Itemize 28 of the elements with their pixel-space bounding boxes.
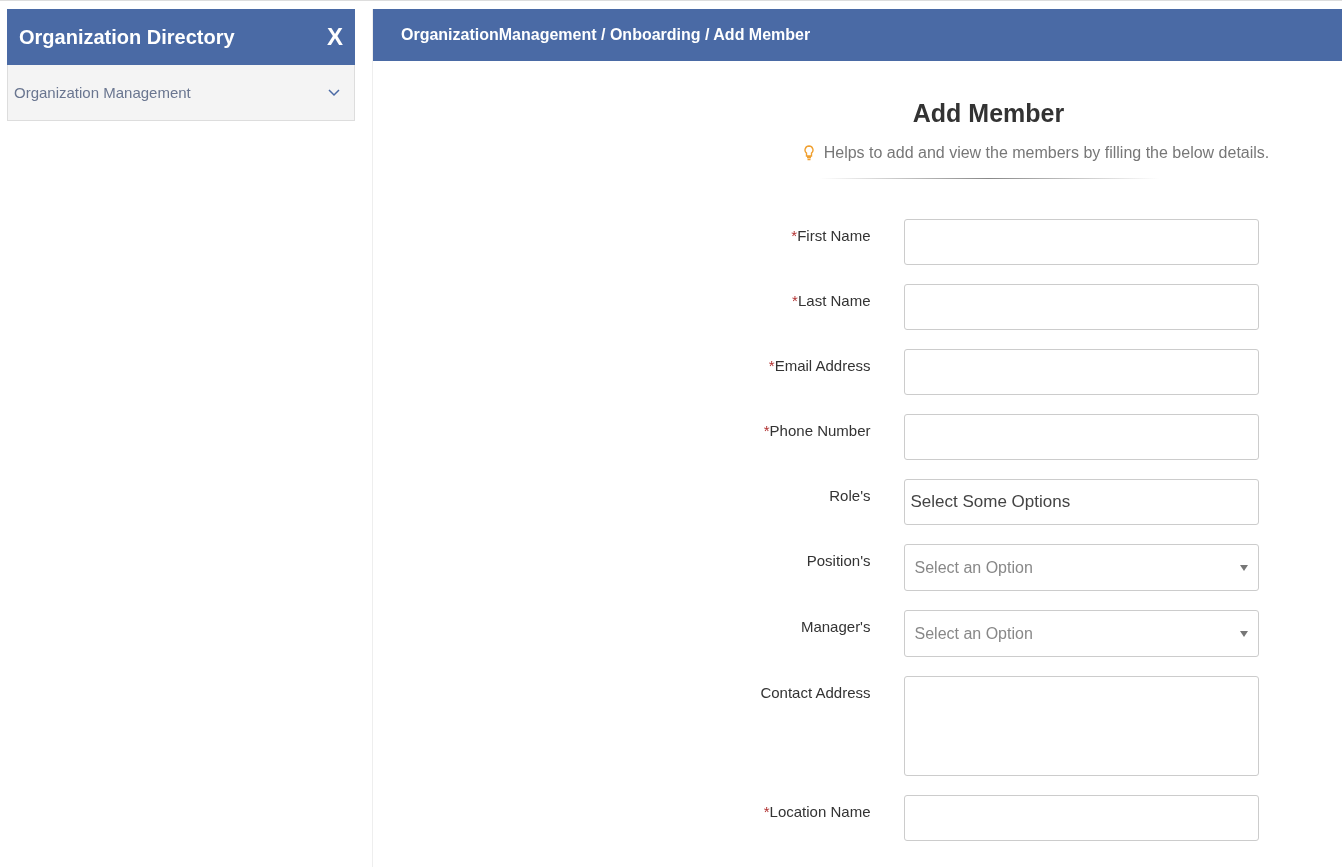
input-field[interactable]	[903, 414, 1259, 460]
field-label: Position's	[805, 551, 871, 569]
input-field[interactable]	[903, 219, 1259, 265]
sidebar-title: Organization Directory	[19, 25, 235, 49]
sidebar-item[interactable]: Organization Management	[7, 65, 355, 121]
input-field[interactable]	[903, 284, 1259, 330]
field-label: Contact Address	[759, 683, 871, 701]
field-label: Manager's	[799, 617, 871, 635]
field-label: *Email Address	[767, 356, 871, 374]
select-dropdown[interactable]: Select an Option	[903, 610, 1259, 657]
lightbulb-icon	[803, 145, 814, 161]
textarea-field[interactable]	[903, 676, 1259, 776]
field-label: *First Name	[790, 226, 871, 244]
field-label: *Location Name	[762, 802, 871, 820]
dropdown-caret-icon	[1239, 630, 1248, 637]
input-field[interactable]	[903, 795, 1259, 841]
field-label: *Last Name	[791, 291, 871, 309]
input-field[interactable]	[903, 349, 1259, 395]
dropdown-caret-icon	[1239, 564, 1248, 571]
field-label: *Phone Number	[762, 421, 871, 439]
field-label: Role's	[828, 486, 871, 504]
breadcrumb: OrganizationManagement / Onboarding / Add Member	[401, 26, 811, 44]
sidebar-item-label: Organization Management	[14, 84, 191, 101]
hint-text: Helps to add and view the members by filling the below details.	[823, 144, 1270, 162]
close-button[interactable]: X	[327, 23, 343, 51]
form-title: Add Member	[912, 99, 1065, 128]
select-dropdown[interactable]: Select an Option	[903, 544, 1259, 591]
multiselect-field[interactable]: Select Some Options	[903, 479, 1259, 525]
